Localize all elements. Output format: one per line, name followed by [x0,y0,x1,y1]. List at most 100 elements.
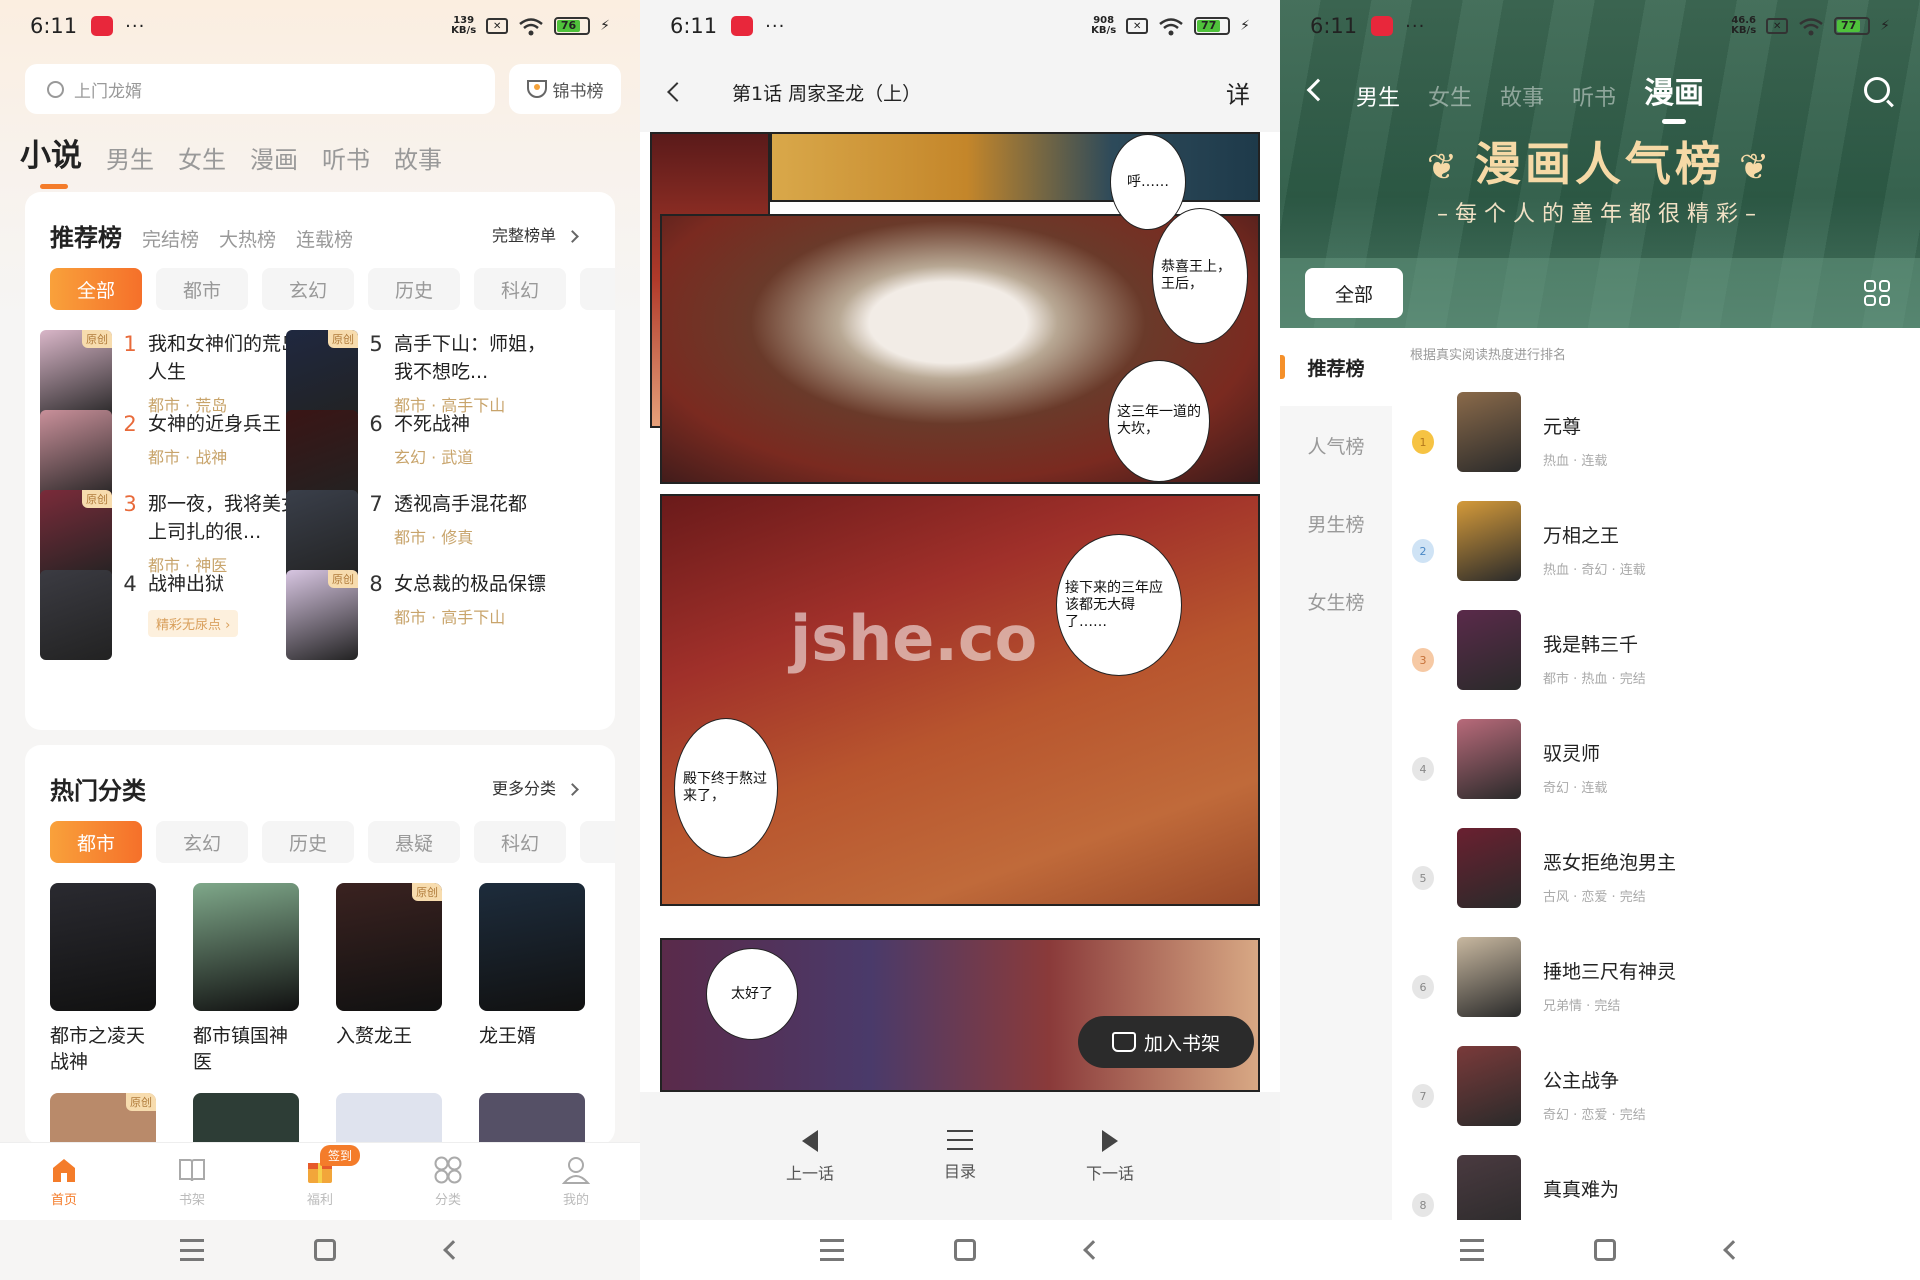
filter-pill[interactable]: 科幻 [474,268,566,310]
filter-pill[interactable]: 科幻 [474,821,566,863]
filter-pill[interactable]: 仙 [580,821,615,863]
back-icon[interactable] [667,82,687,102]
recent-apps-button[interactable] [180,1239,204,1261]
comic-page[interactable]: 呼…… 恭喜王上，王后， 这三年一道的大坎， 接下来的三年应该都无大碍了…… 殿… [640,132,1280,1092]
tab-audiobooks[interactable]: 听书 [1572,80,1616,112]
book-title: 女总裁的极品保镖 [394,573,547,595]
ranking-button[interactable]: 锦书榜 [509,64,621,114]
ranking-book-item[interactable]: 原创 1 我和女神们的荒岛人生 都市 · 荒岛 [40,330,310,420]
filter-pill[interactable]: 都市 [156,268,248,310]
promo-tag[interactable]: 精彩无尿点 › [148,610,239,637]
tab-comics[interactable]: 漫画 [250,140,298,175]
category-book-item[interactable]: 原创 入赘龙王 [336,883,442,1075]
ranking-tab-completed[interactable]: 完结榜 [142,225,199,252]
tab-stories[interactable]: 故事 [1500,80,1544,112]
back-button[interactable] [443,1240,463,1260]
category-book-item[interactable]: 都市之凌天战神 [50,883,156,1075]
ranking-book-item[interactable]: 7 透视高手混花都 都市 · 修真 [286,490,556,580]
filter-pill[interactable]: 玄幻 [262,268,354,310]
tab-male[interactable]: 男生 [106,140,154,175]
add-to-shelf-button[interactable]: 加入书架 [1078,1016,1254,1068]
grid-view-icon[interactable] [1864,280,1890,306]
tab-bookshelf[interactable]: 书架 [128,1143,256,1220]
recent-apps-button[interactable] [820,1239,844,1261]
ranking-book-item[interactable]: 原创 8 女总裁的极品保镖 都市 · 高手下山 [286,570,556,660]
search-input[interactable]: 上门龙婿 [25,64,495,114]
filter-pill[interactable]: 游 [580,268,615,310]
recent-apps-button[interactable] [1460,1239,1484,1261]
ranking-tab-recommend[interactable]: 推荐榜 [50,218,122,253]
comic-ranking-item[interactable]: 5 恶女拒绝泡男主 古风 · 恋爱 · 完结 [1392,828,1920,937]
home-button[interactable] [314,1239,336,1261]
ranking-book-item[interactable]: 6 不死战神 玄幻 · 武道 [286,410,556,500]
rank-number: 4 [123,572,137,596]
category-filters: 都市 玄幻 历史 悬疑 科幻 仙 [50,821,615,863]
no-sim-icon: ✕ [1766,18,1789,34]
ranking-book-item[interactable]: 2 女神的近身兵王 都市 · 战神 [40,410,310,500]
back-icon[interactable] [1306,78,1330,102]
rank-number: 3 [123,492,137,516]
comic-cover [1457,937,1521,1017]
sidebar-item-male[interactable]: 男生榜 [1280,484,1392,562]
filter-pill[interactable]: 都市 [50,821,142,863]
category-book-item[interactable] [336,1093,442,1143]
speech-bubble: 恭喜王上，王后， [1152,208,1248,344]
filter-pill[interactable]: 玄幻 [156,821,248,863]
comic-ranking-item[interactable]: 2 万相之王 热血 · 奇幻 · 连载 [1392,501,1920,610]
home-button[interactable] [1594,1239,1616,1261]
comic-ranking-item[interactable]: 4 驭灵师 奇幻 · 连载 [1392,719,1920,828]
category-book-item[interactable] [193,1093,299,1143]
comic-ranking-item[interactable]: 8 真真难为 [1392,1155,1920,1220]
battery-icon: 77 [1834,17,1871,35]
category-book-item[interactable]: 原创 [50,1093,156,1143]
back-button[interactable] [1083,1240,1103,1260]
book-cover [336,1093,442,1143]
tab-novel[interactable]: 小说 [20,130,82,189]
tab-comics[interactable]: 漫画 [1644,68,1704,124]
filter-pill[interactable]: 悬疑 [368,821,460,863]
tab-female[interactable]: 女生 [178,140,226,175]
more-categories-link[interactable]: 更多分类 [492,775,579,799]
tab-female[interactable]: 女生 [1428,80,1472,112]
search-icon[interactable] [1864,77,1890,103]
category-book-item[interactable]: 龙王婿 [479,883,585,1075]
comic-reader-screen: 6:11 ··· 908 KB/s ✕ 77 ⚡ 第1话 周家圣龙（上） 详 呼…… [640,0,1280,1280]
home-button[interactable] [954,1239,976,1261]
details-button[interactable]: 详 [1226,75,1250,110]
tab-profile[interactable]: 我的 [512,1143,640,1220]
back-button[interactable] [1723,1240,1743,1260]
sidebar-item-popular[interactable]: 人气榜 [1280,406,1392,484]
tab-gift[interactable]: 福利 签到 [256,1143,384,1220]
sidebar-item-female[interactable]: 女生榜 [1280,562,1392,640]
tab-home[interactable]: 首页 [0,1143,128,1220]
next-chapter-button[interactable]: 下一话 [1086,1130,1134,1212]
book-cover [193,883,299,1011]
filter-pill[interactable]: 历史 [262,821,354,863]
category-book-item[interactable]: 都市镇国神医 [193,883,299,1075]
ranking-book-item[interactable]: 原创 5 高手下山：师姐，我不想吃... 都市 · 高手下山 [286,330,556,420]
ranking-book-item[interactable]: 4 战神出狱 精彩无尿点 › [40,570,310,660]
checkin-badge[interactable]: 签到 [320,1145,361,1166]
table-of-contents-button[interactable]: 目录 [944,1130,976,1212]
comic-ranking-item[interactable]: 7 公主战争 奇幻 · 恋爱 · 完结 [1392,1046,1920,1155]
category-book-item[interactable] [479,1093,585,1143]
comic-ranking-item[interactable]: 6 捶地三尺有神灵 兄弟情 · 完结 [1392,937,1920,1046]
comic-title: 捶地三尺有神灵 [1543,961,1677,983]
tab-male[interactable]: 男生 [1356,80,1400,112]
filter-all-button[interactable]: 全部 [1305,268,1403,318]
speech-bubble: 太好了 [706,948,798,1040]
filter-pill[interactable]: 历史 [368,268,460,310]
tab-category[interactable]: 分类 [384,1143,512,1220]
full-list-link[interactable]: 完整榜单 [492,222,579,246]
filter-pill[interactable]: 全部 [50,268,142,310]
previous-chapter-button[interactable]: 上一话 [786,1130,834,1212]
ranking-tab-serial[interactable]: 连载榜 [296,225,353,252]
comic-ranking-item[interactable]: 1 元尊 热血 · 连载 [1392,392,1920,501]
ranking-book-item[interactable]: 原创 3 那一夜，我将美女上司扎的很... 都市 · 神医 [40,490,310,580]
tab-stories[interactable]: 故事 [394,140,442,175]
clock: 6:11 [30,14,78,38]
ranking-tab-hot[interactable]: 大热榜 [219,225,276,252]
tab-audiobooks[interactable]: 听书 [322,140,370,175]
comic-ranking-item[interactable]: 3 我是韩三千 都市 · 热血 · 完结 [1392,610,1920,719]
sidebar-item-recommend[interactable]: 推荐榜 [1280,328,1392,406]
